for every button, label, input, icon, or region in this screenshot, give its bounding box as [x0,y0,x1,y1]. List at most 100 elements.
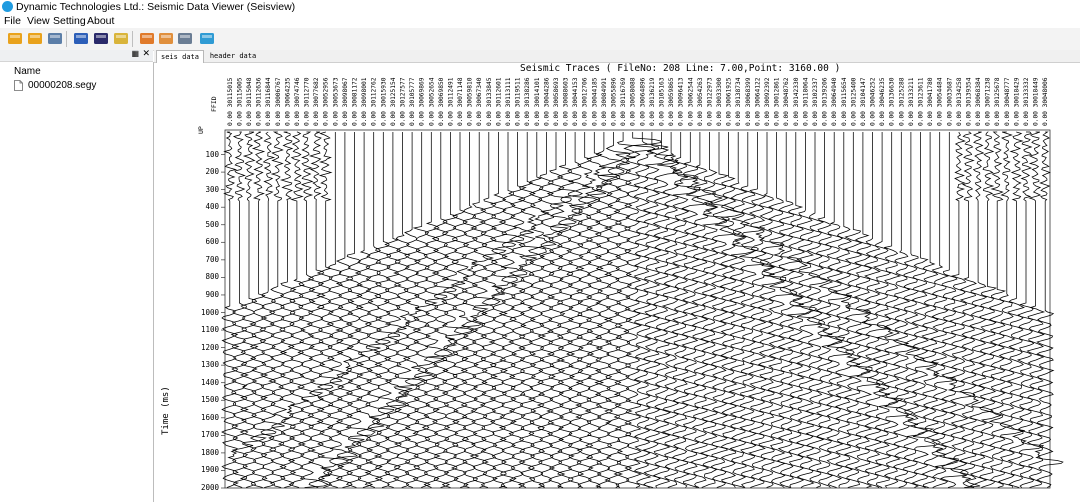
trace-header-label: 0.00 30138286 [524,77,531,126]
trace-header-label: 0.00 30061925 [726,77,733,126]
trace-header-label: 0.00 30112601 [495,77,502,126]
y-tick-label: 200 [205,167,219,177]
trace-header-label: 0.00 30084991 [601,77,608,126]
trace-header-label: 0.00 30046252 [870,77,877,126]
trace-header-label: 0.00 30112491 [447,77,454,126]
trace-header-label: 0.00 30105163 [658,77,665,126]
y-tick-label: 1300 [200,360,219,370]
trace-header-label: 0.00 30018449 [1033,77,1040,126]
trace-header-label: 0.00 30115654 [841,77,848,126]
trace-header-label: 0.00 30064940 [831,77,838,126]
trace-header-label: 0.00 30104147 [860,77,867,126]
trace-header-label: 0.00 30006767 [275,77,282,126]
trace-header-label: 0.00 30014101 [534,77,541,126]
trace-header-label: 0.00 30067340 [476,77,483,126]
trace-header-label: 0.00 30119511 [515,77,522,126]
trace-header-label: 0.00 30044153 [572,77,579,126]
trace-header-label: 0.00 30071238 [985,77,992,126]
trace-header-label: 0.00 30054484 [937,77,944,126]
y-tick-label: 2000 [200,483,219,492]
trace-header-label: 0.00 30068399 [745,77,752,126]
trace-header-label: 0.00 30059865 [668,77,675,126]
trace-header-label: 0.00 30033687 [946,77,953,126]
trace-header-label: 0.00 30102337 [812,77,819,126]
y-tick-label: 700 [205,254,219,264]
trace-header-label: 0.00 30044286 [543,77,550,126]
trace-header-label: 0.00 30064122 [754,77,761,126]
trace-header-label: 0.00 30112770 [304,77,311,126]
trace-header-label: 0.00 30069850 [438,77,445,126]
trace-header-label: 0.00 30125400 [850,77,857,126]
trace-header-label: 0.00 30052956 [323,77,330,126]
trace-header-label: 0.00 30116769 [620,77,627,126]
trace-header-label: 0.00 30018429 [1013,77,1020,126]
trace-header-label: 0.00 30069869 [419,77,426,126]
trace-header-label: 0.00 30052654 [428,77,435,126]
trace-header-label: 0.00 30136219 [649,77,656,126]
trace-header-label: 0.00 30074746 [294,77,301,126]
trace-header-label: 0.00 30068384 [975,77,982,126]
y-tick-label: 1400 [200,377,219,387]
y-tick-label: 300 [205,184,219,194]
trace-header-label: 0.00 30125154 [390,77,397,126]
trace-header-label: 0.00 30115015 [227,77,234,126]
trace-header-label: 0.00 30041780 [927,77,934,126]
y-tick-label: 1900 [200,465,219,475]
trace-header-label: 0.00 30134258 [956,77,963,126]
trace-header-label: 0.00 30048777 [1004,77,1011,126]
trace-header-label: 0.00 30127577 [399,77,406,126]
trace-header-label: 0.00 30115005 [236,77,243,126]
trace-header-label: 0.00 30125288 [898,77,905,126]
trace-header-label: 0.00 30088603 [563,77,570,126]
y-tick-label: 1100 [200,325,219,335]
trace-header-label: 0.00 30059810 [467,77,474,126]
y-tick-label: 1500 [200,395,219,405]
trace-header-label: 0.00 30048762 [783,77,790,126]
y-tick-label: 1800 [200,447,219,457]
trace-header-label: 0.00 30071148 [457,77,464,126]
trace-header-label: 0.00 30064235 [284,77,291,126]
trace-header-label: 0.00 30112636 [256,77,263,126]
unit-label: UP [197,126,205,134]
trace-header-label: 0.00 30046235 [879,77,886,126]
trace-header-label: 0.00 30054263 [697,77,704,126]
trace-header-label: 0.00 30081172 [352,77,359,126]
trace-header-label: 0.00 30044185 [591,77,598,126]
trace-header-label: 0.00 30122973 [706,77,713,126]
trace-header-label: 0.00 30125678 [994,77,1001,126]
trace-header-label: 0.00 30055896 [611,77,618,126]
trace-header-label: 0.00 30115048 [246,77,253,126]
trace-header-label: 0.00 30136630 [889,77,896,126]
trace-header-label: 0.00 30123611 [917,77,924,126]
trace-header-label: 0.00 30105777 [409,77,416,126]
trace-header-label: 0.00 30139206 [822,77,829,126]
y-tick-label: 800 [205,272,219,282]
trace-header-label: 0.00 30096413 [678,77,685,126]
y-tick-label: 500 [205,219,219,229]
trace-header-label: 0.00 30015930 [380,77,387,126]
y-tick-label: 1200 [200,342,219,352]
trace-header-label: 0.00 30077682 [313,77,320,126]
trace-header-label: 0.00 30053673 [332,77,339,126]
y-tick-label: 100 [205,149,219,159]
trace-header-label: 0.00 30133211 [908,77,915,126]
trace-header-label: 0.00 30064896 [639,77,646,126]
trace-header-label: 0.00 30138734 [735,77,742,126]
trace-header-label: 0.00 30112762 [371,77,378,126]
y-tick-label: 600 [205,237,219,247]
trace-header-label: 0.00 30133332 [1023,77,1030,126]
y-tick-label: 1600 [200,412,219,422]
trace-header-label: 0.00 30098067 [342,77,349,126]
trace-header-label: 0.00 30098001 [361,77,368,126]
trace-header-label: 0.00 30058088 [630,77,637,126]
trace-header-label: 0.00 30092392 [764,77,771,126]
seismic-plot[interactable]: UP 0.00 30115015 0.00 30115005 0.00 3011504… [0,0,1080,502]
trace-header-label: 0.00 30033300 [716,77,723,126]
trace-header-label: 0.00 30012861 [774,77,781,126]
trace-header-label: 0.00 30113111 [505,77,512,126]
trace-header-label: 0.00 30116844 [265,77,272,126]
y-tick-label: 400 [205,202,219,212]
trace-header-label: 0.00 30133845 [486,77,493,126]
trace-header-label: 0.00 30062544 [687,77,694,126]
y-tick-label: 1700 [200,430,219,440]
